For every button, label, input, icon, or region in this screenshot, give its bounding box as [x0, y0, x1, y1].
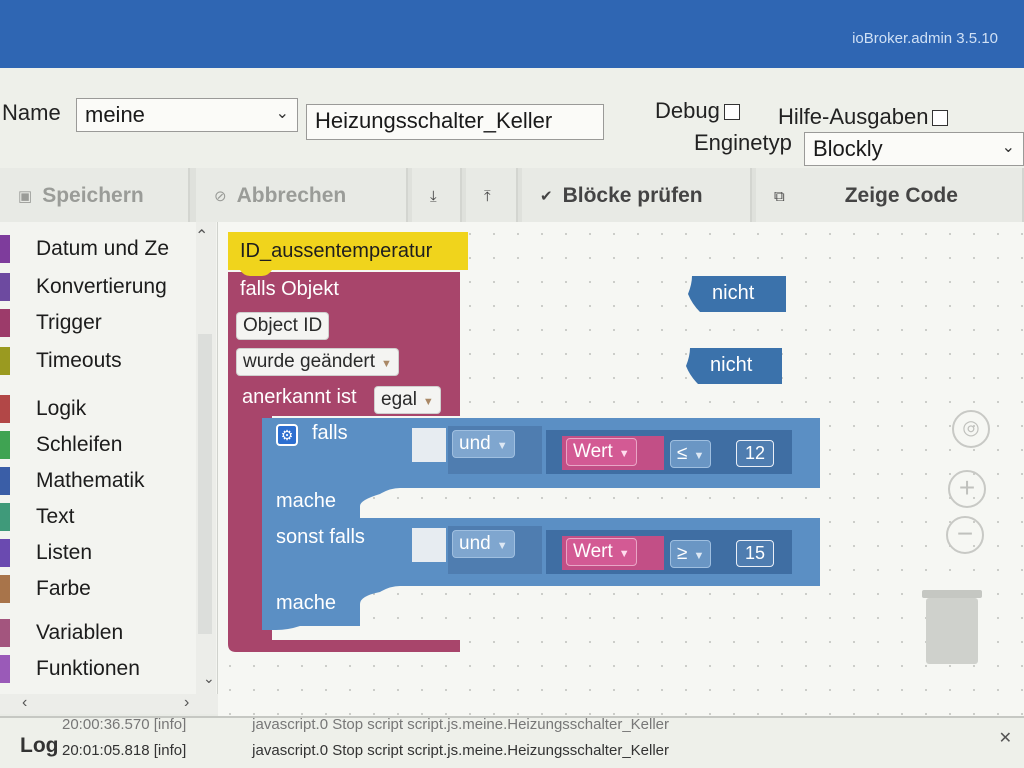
- number-field[interactable]: 12: [736, 440, 775, 467]
- if-label: falls: [312, 422, 348, 444]
- object-id-field[interactable]: Object ID: [236, 312, 330, 340]
- dropdown-arrow-icon: ▼: [618, 448, 630, 460]
- dropdown-arrow-icon: ▼: [693, 550, 705, 562]
- operator-dropdown[interactable]: ≥ ▼: [670, 540, 712, 568]
- blocks-svg: [228, 232, 820, 652]
- log-message: javascript.0 Stop script script.js.meine…: [252, 716, 670, 733]
- id-block-label[interactable]: ID_aussentemperatur: [240, 240, 432, 263]
- close-icon[interactable]: ✕: [999, 728, 1012, 748]
- number-field[interactable]: 15: [736, 540, 775, 567]
- do-label: mache: [276, 490, 337, 512]
- log-message: javascript.0 Stop script script.js.meine…: [252, 742, 670, 759]
- log-row: 20:00:36.570 [info] javascript.0 Stop sc…: [62, 716, 669, 733]
- zoom-out-icon[interactable]: −: [946, 516, 984, 554]
- socket-shape: [412, 428, 446, 462]
- log-panel: Log 20:00:36.570 [info] javascript.0 Sto…: [0, 716, 1024, 768]
- log-title: Log: [20, 734, 59, 757]
- gear-icon[interactable]: ⚙: [276, 424, 298, 446]
- log-row: 20:01:05.818 [info] javascript.0 Stop sc…: [62, 742, 669, 759]
- elseif-label: sonst falls: [276, 526, 365, 548]
- dropdown-arrow-icon: ▼: [618, 548, 630, 560]
- dropdown-arrow-icon: ▼: [381, 358, 392, 370]
- ack-label: anerkannt ist: [242, 386, 357, 408]
- log-time: 20:01:05.818 [info]: [62, 742, 187, 759]
- recenter-icon[interactable]: ◎: [952, 410, 990, 448]
- dropdown-arrow-icon: ▼: [496, 440, 508, 452]
- and-dropdown[interactable]: und ▼: [452, 530, 515, 558]
- changed-dropdown[interactable]: wurde geändert ▼: [236, 348, 399, 376]
- do-label: mache: [276, 592, 337, 614]
- operator-dropdown[interactable]: ≤ ▼: [670, 440, 712, 468]
- socket-shape: [412, 528, 446, 562]
- dropdown-arrow-icon: ▼: [496, 540, 508, 552]
- value-dropdown[interactable]: Wert ▼: [566, 438, 637, 466]
- not-block-label[interactable]: nicht: [712, 282, 754, 305]
- ack-dropdown[interactable]: egal ▼: [374, 386, 441, 414]
- dropdown-arrow-icon: ▼: [422, 396, 434, 408]
- not-block-label[interactable]: nicht: [710, 354, 752, 377]
- trigger-title: falls Objekt: [240, 278, 339, 300]
- trash-icon[interactable]: [922, 590, 982, 664]
- and-dropdown[interactable]: und ▼: [452, 430, 515, 458]
- log-time: 20:00:36.570 [info]: [62, 716, 187, 733]
- zoom-in-icon[interactable]: +: [948, 470, 986, 508]
- value-dropdown[interactable]: Wert ▼: [566, 538, 637, 566]
- dropdown-arrow-icon: ▼: [693, 450, 705, 462]
